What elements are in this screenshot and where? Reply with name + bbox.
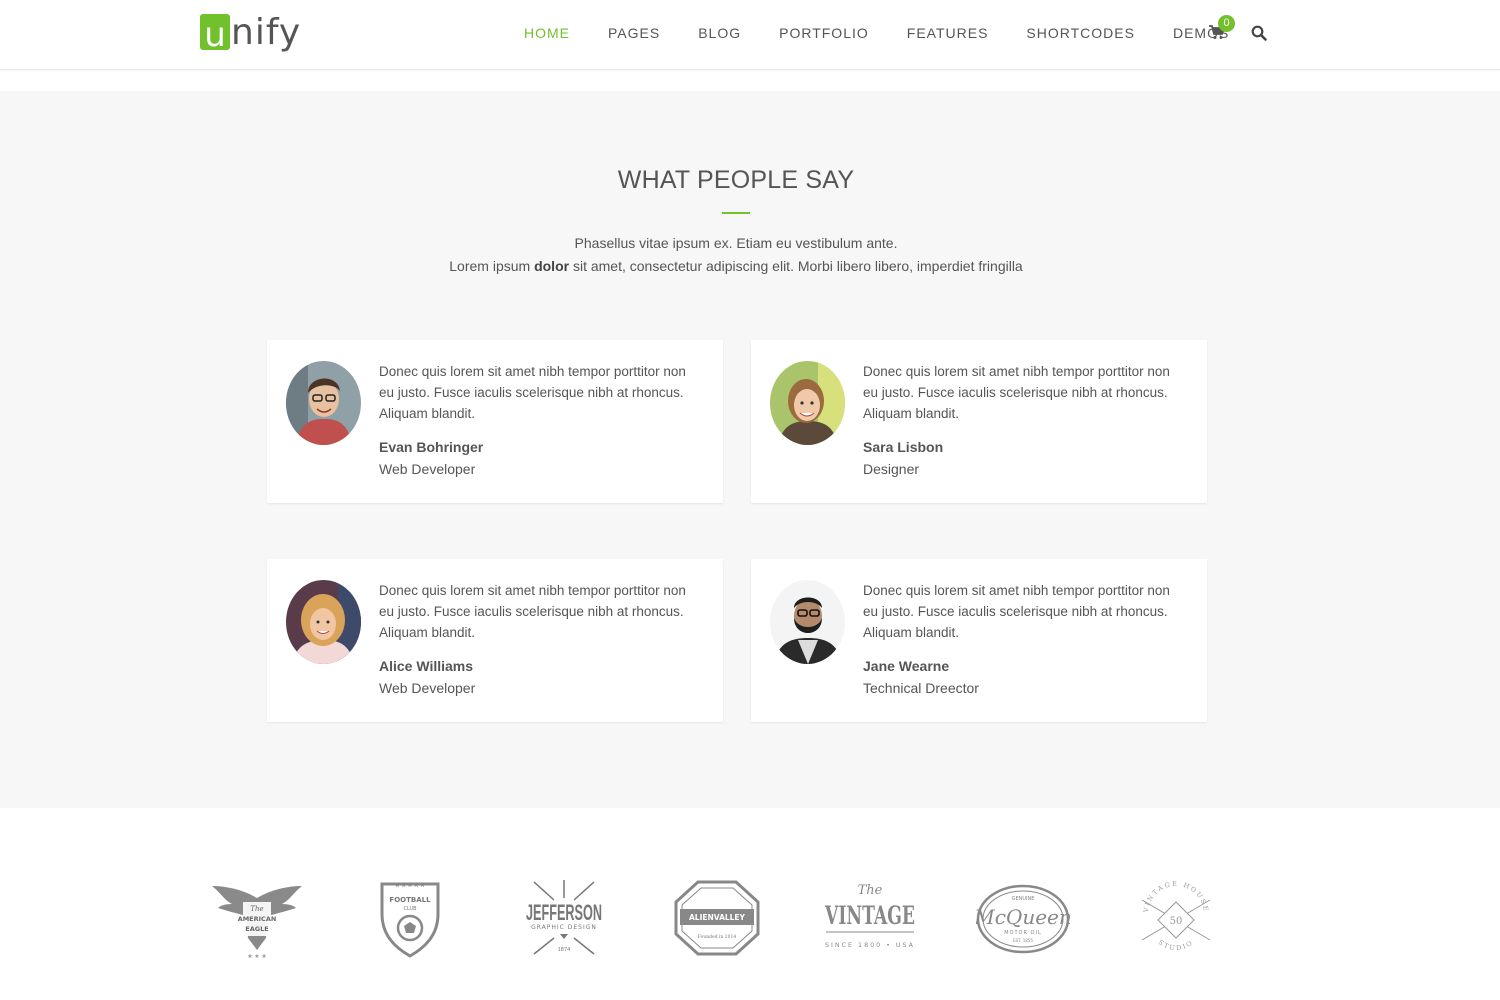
main-nav: HOME PAGES BLOG PORTFOLIO FEATURES SHORT… [505,22,1248,44]
site-header: u nify HOME PAGES BLOG PORTFOLIO FEATURE… [0,0,1500,70]
testimonial-card: Donec quis lorem sit amet nibh tempor po… [267,559,723,722]
subtitle-line-1: Phasellus vitae ipsum ex. Etiam eu vesti… [574,235,898,251]
svg-text:CLUB: CLUB [403,906,417,912]
cart-count-badge: 0 [1218,15,1235,32]
clients-section: The AMERICAN EAGLE ★ ★ ★ ★★★★★ FOOTBALL … [0,808,1500,1000]
svg-text:50: 50 [1170,916,1183,927]
svg-text:AMERICAN: AMERICAN [238,915,277,923]
client-logo-american-eagle[interactable]: The AMERICAN EAGLE ★ ★ ★ [210,878,305,960]
svg-text:★ ★ ★: ★ ★ ★ [247,953,266,960]
testimonial-card: Donec quis lorem sit amet nibh tempor po… [751,559,1207,722]
testimonial-card: Donec quis lorem sit amet nibh tempor po… [751,340,1207,503]
testimonial-role: Technical Dreector [863,680,979,696]
svg-text:1874: 1874 [558,947,571,953]
unify-logo[interactable]: u nify [200,10,301,56]
svg-text:Founded in 2014: Founded in 2014 [698,934,737,940]
testimonial-card: Donec quis lorem sit amet nibh tempor po… [267,340,723,503]
section-subtitle: Phasellus vitae ipsum ex. Etiam eu vesti… [0,232,1472,278]
client-logo-vintage-house[interactable]: VINTAGE HOUSE 50 STUDIO [1138,878,1214,960]
nav-blog[interactable]: BLOG [679,22,760,44]
client-logo-football-club[interactable]: ★★★★★ FOOTBALL CLUB [378,878,442,960]
testimonial-role: Web Developer [379,461,476,477]
subtitle-line-2: Lorem ipsum dolor sit amet, consectetur … [449,258,1023,274]
svg-text:ALIENVALLEY: ALIENVALLEY [689,913,746,922]
avatar [286,361,361,445]
testimonial-role: Web Developer [379,680,476,696]
nav-pages[interactable]: PAGES [589,22,679,44]
client-logo-mcqueen[interactable]: GENUINE McQueen MOTOR OIL EST. 1855 [976,878,1070,960]
testimonial-name: Sara Lisbon [863,439,944,455]
svg-text:The: The [250,905,263,913]
nav-shortcodes[interactable]: SHORTCODES [1007,22,1154,44]
avatar [286,580,361,664]
svg-text:FOOTBALL: FOOTBALL [389,896,431,904]
svg-text:MOTOR OIL: MOTOR OIL [1004,930,1042,936]
testimonial-text: Donec quis lorem sit amet nibh tempor po… [863,364,1170,421]
svg-text:EST. 1855: EST. 1855 [1013,938,1033,943]
svg-text:EAGLE: EAGLE [245,925,268,933]
svg-text:GRAPHIC DESIGN: GRAPHIC DESIGN [531,924,597,931]
search-icon[interactable] [1251,25,1269,43]
testimonial-text: Donec quis lorem sit amet nibh tempor po… [379,583,686,640]
svg-text:VINTAGE: VINTAGE [824,901,915,930]
client-logo-jefferson[interactable]: JEFFERSON GRAPHIC DESIGN 1874 [524,878,604,960]
avatar [770,361,845,445]
svg-text:★★★★★: ★★★★★ [394,881,425,889]
testimonial-name: Evan Bohringer [379,439,484,455]
testimonials-section: WHAT PEOPLE SAY Phasellus vitae ipsum ex… [0,91,1500,808]
nav-features[interactable]: FEATURES [888,22,1008,44]
svg-text:STUDIO: STUDIO [1157,938,1195,952]
testimonial-role: Designer [863,461,920,477]
testimonial-name: Jane Wearne [863,658,950,674]
nav-home[interactable]: HOME [505,22,589,44]
client-logo-the-vintage[interactable]: The VINTAGE SINCE 1800 • USA [822,878,918,960]
logo-text: nify [231,12,302,53]
nav-portfolio[interactable]: PORTFOLIO [760,22,888,44]
avatar [770,580,845,664]
section-title: WHAT PEOPLE SAY [617,166,855,194]
testimonial-name: Alice Williams [379,658,474,674]
testimonial-text: Donec quis lorem sit amet nibh tempor po… [379,364,686,421]
svg-text:SINCE 1800 • USA: SINCE 1800 • USA [825,941,915,949]
logo-mark: u [200,14,230,52]
svg-text:McQueen: McQueen [976,905,1070,929]
svg-text:The: The [858,883,883,898]
svg-text:GENUINE: GENUINE [1012,896,1035,902]
testimonial-text: Donec quis lorem sit amet nibh tempor po… [863,583,1170,640]
svg-text:JEFFERSON: JEFFERSON [526,900,602,925]
title-divider [722,212,750,214]
client-logo-alienvalley[interactable]: ALIENVALLEY Founded in 2014 [674,878,760,960]
